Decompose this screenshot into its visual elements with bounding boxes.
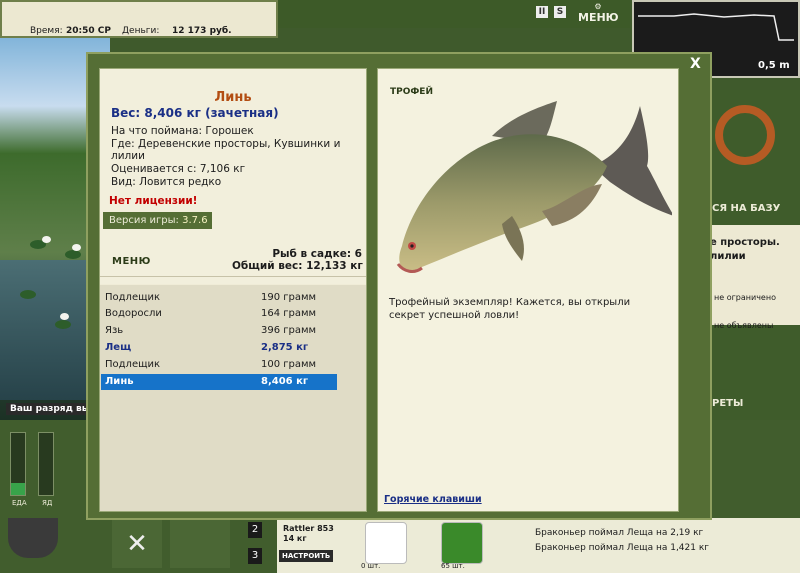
where-line-2: лилии [111,150,145,162]
catch-fish-weight: 396 грамм [261,325,317,336]
lily-pad [65,250,81,259]
trophy-description: Трофейный экземпляр! Кажется, вы открыли… [389,297,631,321]
food-meter [10,432,26,496]
version-label: Версия игры: [109,215,179,226]
catch-fish-weight: 164 грамм [261,308,317,319]
depth-value: 0,5 m [758,60,790,71]
lily-pad [55,320,71,329]
tools-icon[interactable]: ✕ [112,520,162,568]
license-warning: Нет лицензии! [109,195,198,207]
where-line-1: Где: Деревенские просторы, Кувшинки и [111,138,341,150]
main-menu-button[interactable]: ⚙ МЕНЮ [578,2,619,25]
fatigue-label: ЯД [42,499,53,507]
catch-fish-name: Линь [105,376,134,387]
list-item[interactable]: Подлещик 100 грамм [101,357,337,373]
limit-line-2: не объявлены [714,321,774,330]
fish-weight: Вес: 8,406 кг (зачетная) [111,106,279,120]
list-item[interactable]: Язь 396 грамм [101,323,337,339]
keepnet-count: Рыб в садке: 6 [272,248,362,260]
version-badge: Версия игры: 3.7.6 [103,212,212,229]
news-feed: Браконьер поймал Леща на 2,19 кг Браконь… [505,518,800,573]
rank-notice[interactable]: Ваш разряд вы [6,403,94,415]
keepnet-summary: Рыб в садке: 6 Общий вес: 12,133 кг [232,248,363,272]
bait-line: На что поймана: Горошек [111,125,254,137]
limit-line-1: не ограничено [714,293,776,302]
lily-pad [20,290,36,299]
close-button[interactable]: X [690,56,701,72]
lily-flower [42,236,51,243]
sound-icon[interactable]: S [554,6,566,18]
location-line-2: лилии [710,251,746,262]
return-base-text[interactable]: ся на базу [712,203,780,214]
fatigue-meter [38,432,54,496]
divider [100,276,366,277]
slot-2[interactable]: 2 [248,522,262,538]
pause-icon[interactable]: II [536,6,548,18]
hook-count: 0 шт. [361,562,381,570]
lure-name: Rattler 853 [283,524,334,533]
setup-button[interactable]: НАСТРОИТЬ [279,550,334,562]
lure-weight: 14 кг [283,534,307,543]
time-value: 20:50 СР [66,26,111,36]
keepnet-weight: Общий вес: 12,133 кг [232,260,363,272]
location-line-1: е просторы. [710,237,780,248]
location-panel: е просторы. лилии не ограничено не объяв… [700,225,800,330]
secrets-label[interactable]: РЕТЫ [712,398,743,409]
price-line: Оценивается с: 7,106 кг [111,163,246,175]
catch-fish-weight: 2,875 кг [261,342,309,353]
main-menu-label: МЕНЮ [578,11,619,24]
fish-icon[interactable] [170,520,230,568]
peas-icon[interactable] [441,522,483,564]
fish-name: Линь [214,90,252,105]
catch-fish-weight: 8,406 кг [261,376,309,387]
money-value: 12 173 руб. [172,26,232,36]
tench-fish-image [396,101,672,273]
bait-count: 65 шт. [441,562,465,570]
catch-fish-name: Подлещик [105,359,161,370]
slot-3[interactable]: 3 [248,548,262,564]
catch-fish-weight: 100 грамм [261,359,317,370]
list-item[interactable]: Лещ 2,875 кг [101,340,337,356]
kind-line: Вид: Ловится редко [111,176,222,188]
catch-fish-name: Водоросли [105,308,162,319]
catch-fish-weight: 190 грамм [261,292,317,303]
news-item: Браконьер поймал Леща на 2,19 кг [535,528,704,538]
cauldron-icon[interactable] [8,518,58,558]
news-item: Браконьер поймал Леща на 1,421 кг [535,543,710,553]
time-label: Время: [30,26,63,36]
list-item[interactable]: Водоросли 164 грамм [101,306,337,322]
ship-wheel-icon[interactable] [715,105,775,165]
food-label: ЕДА [12,499,27,507]
list-item-selected[interactable]: Линь 8,406 кг [101,374,337,390]
gear-icon: ⚙ [594,2,602,11]
catch-menu-button[interactable]: МЕНЮ [112,256,151,267]
catch-fish-name: Подлещик [105,292,161,303]
money-label: Деньги: [122,26,160,36]
catch-fish-name: Лещ [105,342,132,353]
lily-flower [72,244,81,251]
hook-icon[interactable] [365,522,407,564]
status-bar: Время: 20:50 СР Деньги: 12 173 руб. [0,0,278,38]
lily-flower [60,313,69,320]
version-value: 3.7.6 [182,215,208,226]
catch-fish-name: Язь [105,325,124,336]
hotkeys-link[interactable]: Горячие клавиши [384,494,482,505]
list-item[interactable]: Подлещик 190 грамм [101,290,337,306]
tackle-panel: Rattler 853 14 кг НАСТРОИТЬ 0 шт. 65 шт. [277,518,505,573]
